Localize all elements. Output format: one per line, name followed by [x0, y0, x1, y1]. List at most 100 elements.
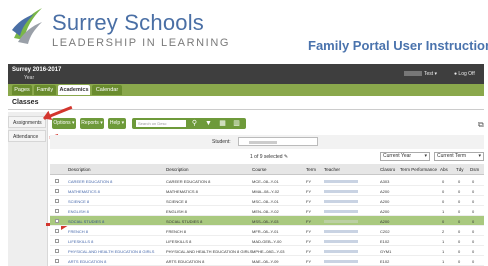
cell-c1[interactable]: CAREER EDUCATION 8 — [68, 179, 112, 184]
cell-c1[interactable]: SCIENCE 8 — [68, 199, 89, 204]
row-checkbox[interactable] — [55, 259, 59, 263]
chevron-down-icon: ▾ — [478, 153, 481, 159]
surrey-schools-logo-icon — [12, 8, 42, 44]
edit-icon[interactable]: ✎ — [284, 154, 288, 160]
column-header[interactable]: Description — [166, 167, 189, 172]
cell-course: MSC--08--Y-01 — [252, 199, 279, 204]
tab-calendar[interactable]: Calendar — [92, 85, 122, 95]
column-header[interactable]: Dsm — [470, 167, 479, 172]
cell-tdy: 0 — [458, 249, 461, 254]
row-checkbox[interactable] — [55, 219, 59, 223]
help-button[interactable]: Help ▾ — [108, 118, 126, 129]
table-row[interactable]: SOCIAL STUDIES 8 SOCIAL STUDIES 8 MSS--08-… — [50, 216, 484, 226]
cell-course: MAD-GEB--Y-00 — [252, 239, 282, 244]
table-row[interactable]: LIFESKILLS 8 LIFESKILLS 8 MAD-GEB--Y-00 FY E… — [50, 236, 484, 246]
row-checkbox[interactable] — [55, 189, 59, 193]
document-title: Family Portal User Instructions — [308, 38, 488, 53]
redacted-teacher — [324, 240, 358, 243]
cell-room: GYM1 — [380, 249, 392, 254]
cell-course: MSS--08--Y-03 — [252, 219, 279, 224]
divider — [8, 109, 484, 110]
cell-c1[interactable]: LIFESKILLS 8 — [68, 239, 93, 244]
table-row[interactable]: ARTS EDUCATION 8 ARTS EDUCATION 8 MAE--08-… — [50, 256, 484, 266]
column-header[interactable]: Classro — [380, 167, 395, 172]
redacted-teacher — [324, 230, 358, 233]
row-checkbox[interactable] — [55, 229, 59, 233]
reports-button[interactable]: Reports ▾ — [80, 118, 104, 129]
cell-term: FY — [306, 259, 312, 264]
redacted-teacher — [324, 250, 358, 253]
user-menu[interactable]: Test ▾ — [404, 71, 437, 77]
row-checkbox[interactable] — [55, 179, 59, 183]
column-header[interactable]: Abs — [440, 167, 448, 172]
cell-c2: ARTS EDUCATION 8 — [166, 259, 205, 264]
options-button[interactable]: Options ▾ — [52, 118, 76, 129]
cell-c2: PHYSICAL AND HEALTH EDUCATION 8 GIRLS — [166, 249, 253, 254]
cell-tdy: 0 — [458, 259, 461, 264]
side-item-assignments[interactable]: Assignments — [8, 116, 46, 128]
cell-tdy: 0 — [458, 189, 461, 194]
cell-dsm: 0 — [472, 189, 475, 194]
search-icon[interactable]: ⚲ — [190, 119, 199, 128]
cell-dsm: 0 — [472, 199, 475, 204]
cell-c1[interactable]: SOCIAL STUDIES 8 — [68, 219, 104, 224]
cell-c1[interactable]: PHYSICAL AND HEALTH EDUCATION 8 GIRLS — [68, 249, 154, 254]
redacted-student-name — [249, 141, 277, 144]
student-filter-row: Student: — [50, 135, 484, 149]
columns-icon[interactable]: ▥ — [232, 119, 241, 128]
column-header[interactable]: Teacher — [324, 167, 340, 172]
tab-family[interactable]: Family — [34, 85, 56, 95]
tab-academics[interactable]: Academics — [58, 85, 90, 95]
row-checkbox[interactable] — [55, 239, 59, 243]
redacted-teacher — [324, 180, 358, 183]
table-row[interactable]: CAREER EDUCATION 8 CAREER EDUCATION 8 MCE-… — [50, 176, 484, 186]
column-header[interactable]: Term — [306, 167, 316, 172]
year-dropdown[interactable]: Current Year ▾ — [380, 152, 430, 161]
cell-abs: 2 — [442, 229, 445, 234]
table-row[interactable]: SCIENCE 8 SCIENCE 8 MSC--08--Y-01 FY A200 0 0 0 — [50, 196, 484, 206]
cell-c1[interactable]: FRENCH 8 — [68, 229, 88, 234]
cell-course: MEN--08--Y-02 — [252, 209, 279, 214]
column-header[interactable]: Term Performance — [400, 167, 437, 172]
row-checkbox[interactable] — [55, 249, 59, 253]
cell-abs: 0 — [442, 179, 445, 184]
cell-tdy: 0 — [458, 179, 461, 184]
column-header[interactable]: Description — [68, 167, 91, 172]
logo-subtitle: LEADERSHIP IN LEARNING — [52, 37, 231, 49]
selection-info-text: 1 of 9 selected — [250, 154, 283, 160]
term-dropdown-value: Current Term — [437, 153, 467, 159]
cell-c1[interactable]: ARTS EDUCATION 8 — [68, 259, 106, 264]
redacted-teacher — [324, 200, 358, 203]
logout-link[interactable]: ● Log Off — [454, 71, 475, 77]
table-row[interactable]: ENGLISH 8 ENGLISH 8 MEN--08--Y-02 FY A200 1 0 0 — [50, 206, 484, 216]
filter-icon[interactable]: ▼ — [204, 119, 213, 128]
column-header[interactable]: Course — [252, 167, 267, 172]
cell-course: MCE--08--Y-01 — [252, 179, 279, 184]
cell-tdy: 0 — [458, 229, 461, 234]
term-dropdown[interactable]: Current Term ▾ — [434, 152, 484, 161]
cell-tdy: 0 — [458, 239, 461, 244]
cell-room: E102 — [380, 239, 390, 244]
column-header[interactable]: Tdy — [456, 167, 464, 172]
grid-icon[interactable]: ▦ — [218, 119, 227, 128]
tab-pages[interactable]: Pages — [12, 85, 32, 95]
cell-room: A303 — [380, 179, 390, 184]
cell-term: FY — [306, 249, 312, 254]
student-filter-label: Student: — [212, 139, 231, 145]
cell-abs: 1 — [442, 259, 445, 264]
table-row[interactable]: MATHEMATICS 8 MATHEMATICS 8 MMA--08--Y-02 F… — [50, 186, 484, 196]
cell-term: FY — [306, 179, 312, 184]
student-select[interactable] — [238, 137, 318, 146]
row-checkbox[interactable] — [55, 209, 59, 213]
cell-c1[interactable]: MATHEMATICS 8 — [68, 189, 100, 194]
search-input[interactable]: Search on Desc — [136, 120, 186, 127]
cell-room: A200 — [380, 199, 390, 204]
cell-term: FY — [306, 209, 312, 214]
row-checkbox[interactable] — [55, 199, 59, 203]
cell-abs: 0 — [442, 189, 445, 194]
cell-c1[interactable]: ENGLISH 8 — [68, 209, 89, 214]
table-row[interactable]: FRENCH 8 FRENCH 8 MFR--08--Y-01 FY C202 2 0 0 — [50, 226, 484, 236]
export-icon[interactable]: ⧉ — [478, 120, 484, 130]
table-row[interactable]: PHYSICAL AND HEALTH EDUCATION 8 GIRLS PHY… — [50, 246, 484, 256]
side-item-attendance[interactable]: Attendance — [8, 130, 46, 142]
